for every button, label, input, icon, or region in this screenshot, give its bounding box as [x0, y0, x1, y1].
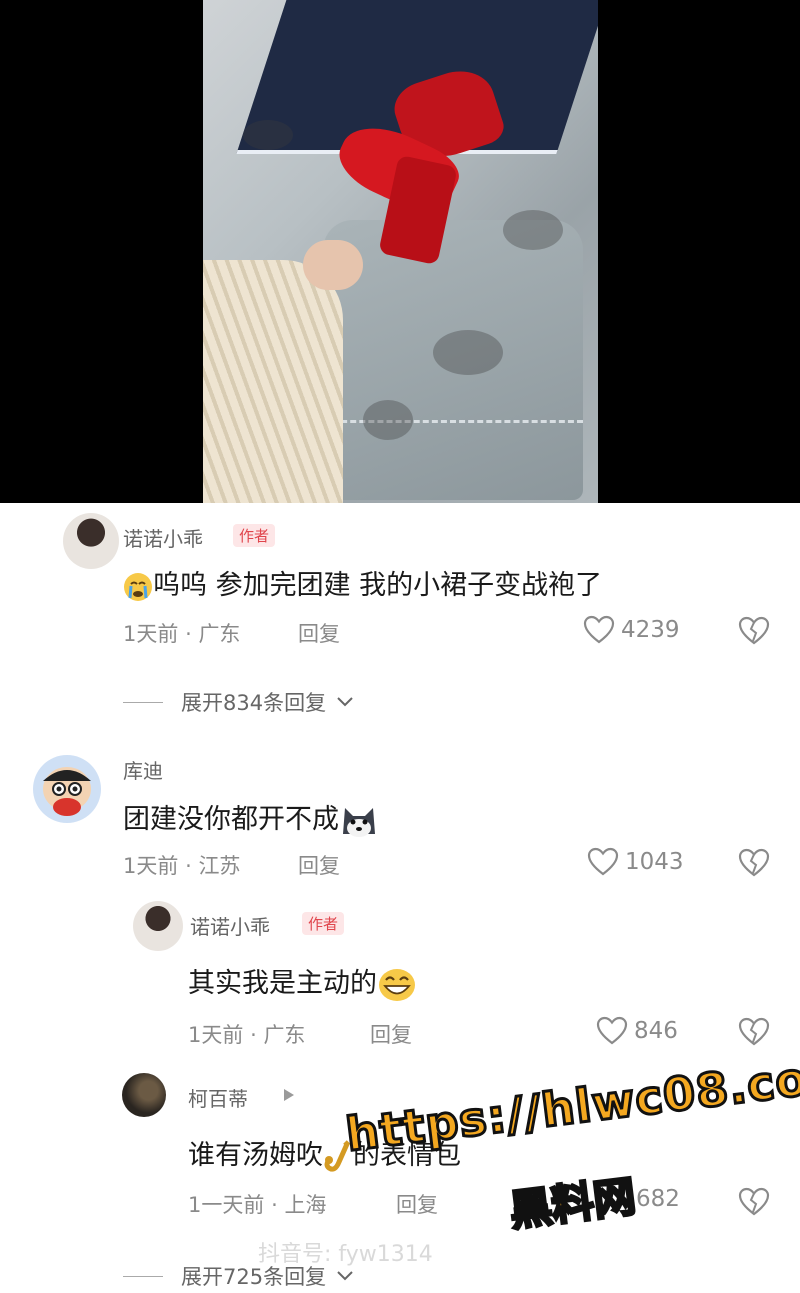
grin-emoji	[379, 968, 415, 1001]
hand	[303, 240, 363, 290]
post-photo[interactable]	[0, 0, 800, 503]
comment-author[interactable]: 库迪	[123, 755, 163, 784]
heart-icon	[596, 1016, 628, 1045]
cartoon-avatar-icon	[43, 767, 91, 816]
reply-button[interactable]: 回复	[298, 618, 340, 648]
play-triangle-icon	[284, 1089, 294, 1101]
avatar[interactable]	[33, 755, 101, 823]
like-count: 4239	[621, 617, 680, 643]
avatar[interactable]	[133, 901, 183, 951]
comment-text-content: 团建没你都开不成	[123, 804, 339, 835]
avatar[interactable]	[122, 1073, 166, 1117]
comment-text: 呜呜 参加完团建 我的小裙子变战袍了	[123, 563, 602, 602]
like-button[interactable]: 846	[596, 1016, 678, 1046]
chevron-down-icon	[337, 697, 353, 707]
reply-button[interactable]: 回复	[298, 850, 340, 880]
douyin-watermark: 抖音号: fyw1314	[258, 1242, 433, 1267]
broken-heart-icon[interactable]	[738, 1017, 770, 1047]
crying-emoji	[124, 572, 152, 601]
reply-1: 诺诺小乖 作者 其实我是主动的 1天前 · 广东 回复 846	[0, 895, 800, 1065]
like-count: 1043	[625, 849, 684, 875]
like-count: 682	[636, 1186, 680, 1212]
comment-author[interactable]: 诺诺小乖	[190, 911, 270, 940]
sailor-uniform-image	[203, 0, 598, 503]
reply-button[interactable]: 回复	[396, 1189, 438, 1219]
heart-icon	[583, 615, 615, 644]
broken-heart-icon[interactable]	[738, 616, 770, 646]
comment-author[interactable]: 诺诺小乖	[123, 523, 203, 552]
comment-meta: 1天前 · 广东	[188, 1023, 306, 1047]
comment-text: 团建没你都开不成	[123, 797, 379, 838]
like-count: 846	[634, 1018, 678, 1044]
broken-heart-icon[interactable]	[738, 1187, 770, 1217]
comment-text-content: 其实我是主动的	[188, 968, 377, 999]
heart-icon	[587, 847, 619, 876]
broken-heart-icon[interactable]	[738, 848, 770, 878]
comment-meta: 1天前 · 广东	[123, 622, 241, 646]
knit-sleeve	[203, 260, 343, 503]
comment-2: 库迪 团建没你都开不成 1天前 · 江苏 回复 1043	[0, 745, 800, 895]
comment-meta: 1一天前 · 上海	[188, 1193, 327, 1217]
comment-text: 其实我是主动的	[188, 961, 417, 1003]
chevron-down-icon	[337, 1271, 353, 1281]
avatar[interactable]	[63, 513, 119, 569]
comment-1: 诺诺小乖 作者 呜呜 参加完团建 我的小裙子变战袍了 1天前 · 广东 回复 4…	[0, 503, 800, 733]
like-button[interactable]: 4239	[583, 615, 680, 645]
comment-text-content: 谁有汤姆吹	[188, 1140, 323, 1171]
author-badge: 作者	[302, 912, 345, 935]
husky-emoji	[343, 807, 375, 837]
expand-replies-label: 展开834条回复	[181, 691, 327, 715]
comment-author[interactable]: 柯百蒂	[188, 1083, 248, 1112]
reply-button[interactable]: 回复	[370, 1019, 412, 1049]
author-badge: 作者	[233, 524, 276, 547]
comment-meta: 1天前 · 江苏	[123, 854, 241, 878]
comment-text-content: 呜呜 参加完团建 我的小裙子变战袍了	[153, 570, 603, 601]
expand-replies-button[interactable]: 展开834条回复	[123, 687, 354, 717]
like-button[interactable]: 1043	[587, 847, 684, 877]
